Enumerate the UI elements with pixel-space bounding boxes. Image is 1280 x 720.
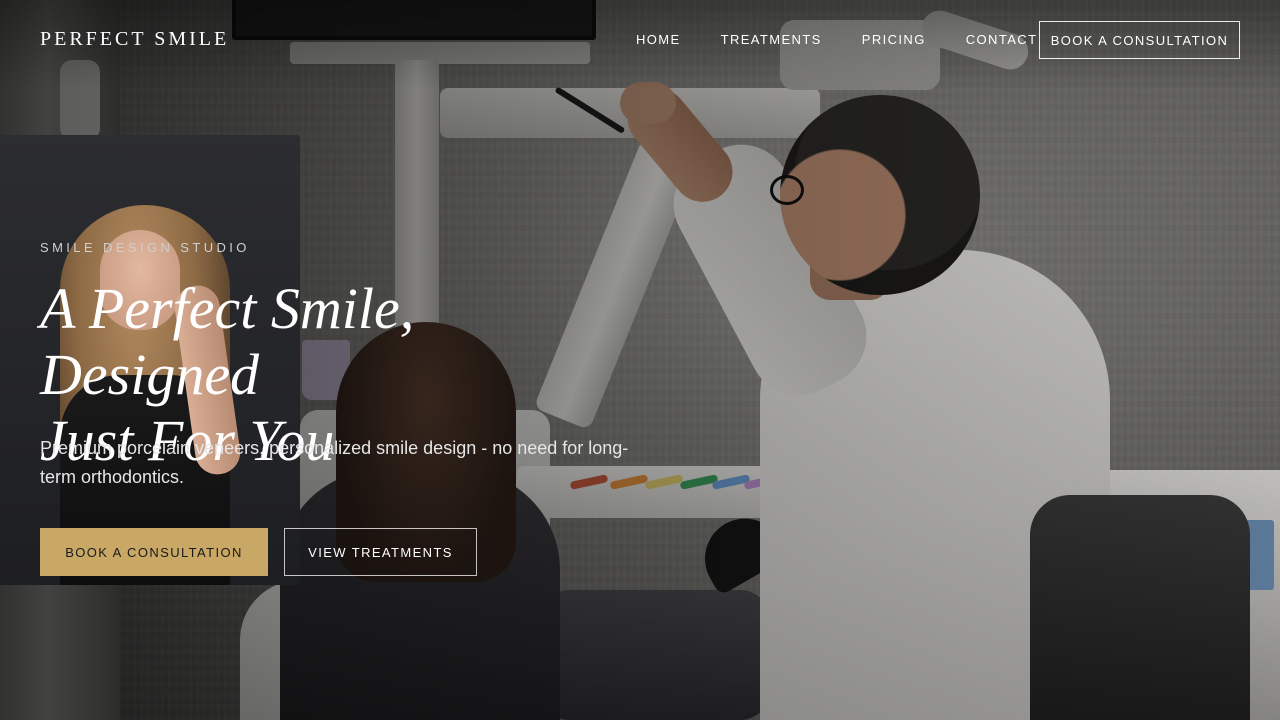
main-nav: HOME TREATMENTS PRICING CONTACT bbox=[636, 32, 1037, 47]
hero-eyebrow: SMILE DESIGN STUDIO bbox=[40, 240, 250, 255]
hero-headline-line1: A Perfect Smile, Designed bbox=[40, 276, 415, 407]
hero-subtext: Premium porcelain veneers, personalized … bbox=[40, 438, 629, 487]
nav-contact[interactable]: CONTACT bbox=[966, 32, 1038, 47]
site-logo[interactable]: PERFECT SMILE bbox=[40, 28, 229, 51]
site-header: PERFECT SMILE HOME TREATMENTS PRICING CO… bbox=[0, 0, 1280, 80]
header-book-consultation-button[interactable]: BOOK A CONSULTATION bbox=[1039, 21, 1240, 59]
view-treatments-button[interactable]: VIEW TREATMENTS bbox=[284, 528, 477, 576]
nav-pricing[interactable]: PRICING bbox=[862, 32, 926, 47]
nav-treatments[interactable]: TREATMENTS bbox=[721, 32, 822, 47]
nav-home[interactable]: HOME bbox=[636, 32, 681, 47]
book-consultation-button[interactable]: BOOK A CONSULTATION bbox=[40, 528, 268, 576]
